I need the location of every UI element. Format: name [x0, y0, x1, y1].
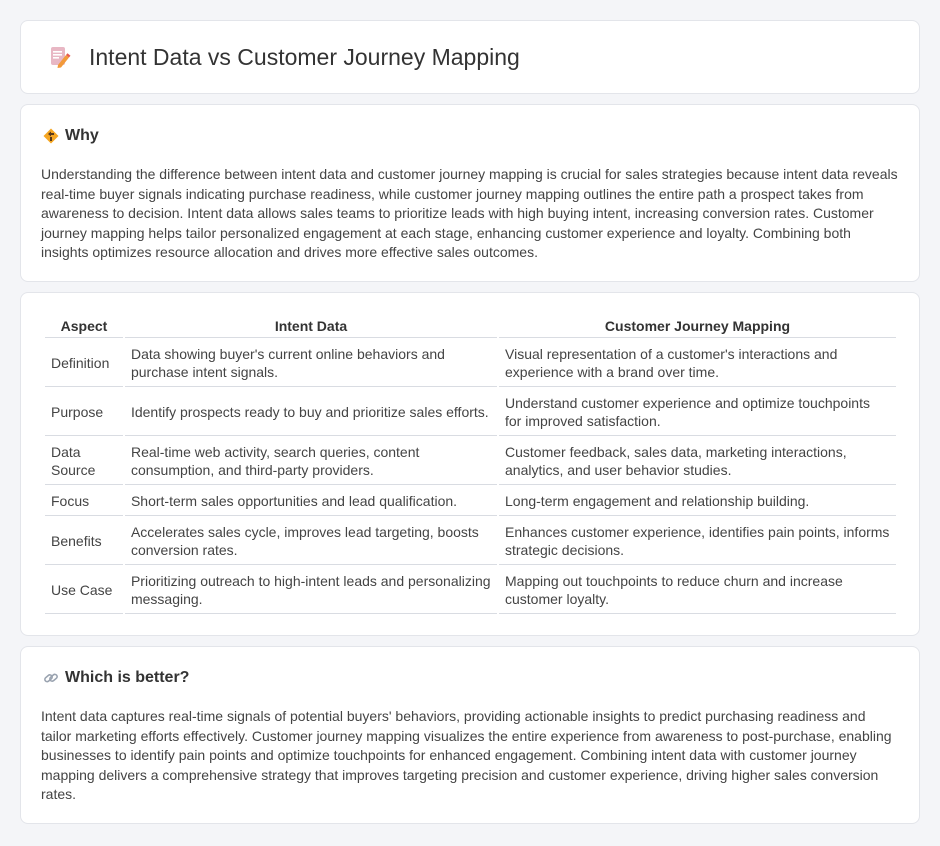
table-row: Use Case Prioritizing outreach to high-i…: [45, 565, 896, 614]
header-customer-journey-mapping: Customer Journey Mapping: [499, 313, 896, 338]
table-row: Purpose Identify prospects ready to buy …: [45, 387, 896, 436]
journey-mapping-cell: Customer feedback, sales data, marketing…: [499, 436, 896, 485]
intent-data-cell: Accelerates sales cycle, improves lead t…: [124, 516, 497, 565]
journey-mapping-cell: Mapping out touchpoints to reduce churn …: [499, 565, 896, 614]
why-heading: Why: [65, 127, 99, 144]
aspect-cell: Benefits: [45, 516, 123, 565]
journey-mapping-cell: Understand customer experience and optim…: [499, 387, 896, 436]
better-text: Intent data captures real-time signals o…: [41, 708, 892, 803]
why-section: Why Understanding the difference between…: [20, 104, 920, 282]
table-row: Focus Short-term sales opportunities and…: [45, 485, 896, 516]
link-icon: [43, 670, 59, 686]
table-row: Definition Data showing buyer's current …: [45, 338, 896, 387]
better-heading: Which is better?: [65, 669, 190, 686]
comparison-table: Aspect Intent Data Customer Journey Mapp…: [43, 313, 898, 614]
better-heading-row: Which is better?: [43, 667, 899, 689]
intent-data-cell: Identify prospects ready to buy and prio…: [124, 387, 497, 436]
intent-data-cell: Short-term sales opportunities and lead …: [124, 485, 497, 516]
header-intent-data: Intent Data: [124, 313, 497, 338]
journey-mapping-cell: Visual representation of a customer's in…: [499, 338, 896, 387]
table-row: Benefits Accelerates sales cycle, improv…: [45, 516, 896, 565]
document-pencil-icon: [45, 43, 73, 71]
aspect-cell: Focus: [45, 485, 123, 516]
diamond-sign-icon: [43, 128, 59, 144]
table-row: Data Source Real-time web activity, sear…: [45, 436, 896, 485]
aspect-cell: Use Case: [45, 565, 123, 614]
intent-data-cell: Real-time web activity, search queries, …: [124, 436, 497, 485]
table-header-row: Aspect Intent Data Customer Journey Mapp…: [45, 313, 896, 338]
journey-mapping-cell: Long-term engagement and relationship bu…: [499, 485, 896, 516]
why-heading-row: Why: [43, 125, 899, 147]
comparison-card: Aspect Intent Data Customer Journey Mapp…: [20, 292, 920, 636]
aspect-cell: Purpose: [45, 387, 123, 436]
intent-data-cell: Prioritizing outreach to high-intent lea…: [124, 565, 497, 614]
title-card: Intent Data vs Customer Journey Mapping: [20, 20, 920, 94]
page-title: Intent Data vs Customer Journey Mapping: [89, 43, 520, 70]
journey-mapping-cell: Enhances customer experience, identifies…: [499, 516, 896, 565]
aspect-cell: Data Source: [45, 436, 123, 485]
why-text: Understanding the difference between int…: [41, 166, 898, 261]
header-aspect: Aspect: [45, 313, 123, 338]
which-is-better-section: Which is better? Intent data captures re…: [20, 646, 920, 824]
aspect-cell: Definition: [45, 338, 123, 387]
intent-data-cell: Data showing buyer's current online beha…: [124, 338, 497, 387]
